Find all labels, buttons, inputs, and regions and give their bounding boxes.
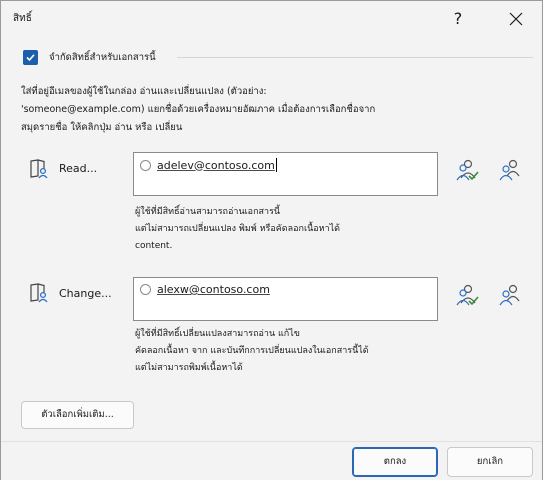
read-button[interactable]: Read...: [59, 162, 97, 175]
change-description-line: คัดลอกเนื้อหา จาก และบันทึกการเปลี่ยนแปล…: [135, 346, 369, 356]
change-users-input[interactable]: alexw@contoso.com: [133, 277, 438, 321]
change-user-entry[interactable]: alexw@contoso.com: [140, 283, 270, 296]
group-divider: [177, 57, 533, 58]
restrict-permission-label: จำกัดสิทธิ์สำหรับเอกสารนี้: [49, 51, 156, 63]
user-status-radio: [140, 284, 151, 295]
restrict-permission-option[interactable]: จำกัดสิทธิ์สำหรับเอกสารนี้: [23, 49, 156, 65]
more-options-button[interactable]: ตัวเลือกเพิ่มเติม...: [21, 401, 134, 429]
dialog-title: สิทธิ์: [13, 13, 32, 24]
read-address-book-icon[interactable]: [498, 158, 524, 182]
instructions-line: ใส่ที่อยู่อีเมลของผู้ใช้ในกล่อง อ่านและเ…: [21, 86, 267, 97]
instructions-line: 'someone@example.com) แยกชื่อด้วยเครื่อง…: [21, 104, 376, 115]
read-description: ผู้ใช้ที่มีสิทธิ์อ่านสามารถอ่านเอกสารนี้…: [135, 204, 465, 255]
instructions-text: ใส่ที่อยู่อีเมลของผู้ใช้ในกล่อง อ่านและเ…: [21, 83, 471, 137]
ok-button[interactable]: ตกลง: [352, 447, 438, 477]
change-description: ผู้ใช้ที่มีสิทธิ์เปลี่ยนแปลงสามารถอ่าน แ…: [135, 326, 465, 377]
change-people-document-icon[interactable]: [29, 282, 51, 304]
read-description-line: content.: [135, 241, 173, 251]
change-description-line: แต่ไม่สามารถพิมพ์เนื้อหาได้: [135, 363, 243, 373]
instructions-line: สมุดรายชื่อ ให้คลิกปุ่ม อ่าน หรือ เปลี่ย…: [21, 122, 183, 133]
help-icon: ?: [453, 9, 463, 28]
change-check-names-icon[interactable]: [456, 283, 482, 307]
permission-dialog: สิทธิ์ ? จำกัดสิทธิ์สำหรับเอกสารนี้ ใส่ท…: [0, 0, 543, 480]
read-check-names-icon[interactable]: [456, 158, 482, 182]
checkmark-icon: [26, 53, 35, 61]
close-button[interactable]: [501, 5, 531, 33]
read-user-entry[interactable]: adelev@contoso.com: [140, 158, 277, 172]
text-cursor: [275, 158, 277, 172]
help-button[interactable]: ?: [443, 5, 473, 33]
title-bar: สิทธิ์ ?: [1, 1, 542, 37]
read-description-line: ผู้ใช้ที่มีสิทธิ์อ่านสามารถอ่านเอกสารนี้: [135, 207, 281, 217]
change-description-line: ผู้ใช้ที่มีสิทธิ์เปลี่ยนแปลงสามารถอ่าน แ…: [135, 329, 300, 339]
change-button[interactable]: Change...: [59, 287, 112, 300]
read-user-email[interactable]: adelev@contoso.com: [157, 159, 275, 172]
change-user-email[interactable]: alexw@contoso.com: [157, 283, 270, 296]
restrict-permission-checkbox[interactable]: [23, 49, 38, 65]
cancel-button[interactable]: ยกเลิก: [447, 447, 533, 477]
read-users-input[interactable]: adelev@contoso.com: [133, 152, 438, 196]
read-people-document-icon[interactable]: [29, 158, 51, 180]
read-description-line: แต่ไม่สามารถเปลี่ยนแปลง พิมพ์ หรือคัดลอก…: [135, 224, 340, 234]
change-address-book-icon[interactable]: [498, 283, 524, 307]
user-status-radio: [140, 159, 151, 171]
close-icon: [509, 12, 523, 26]
